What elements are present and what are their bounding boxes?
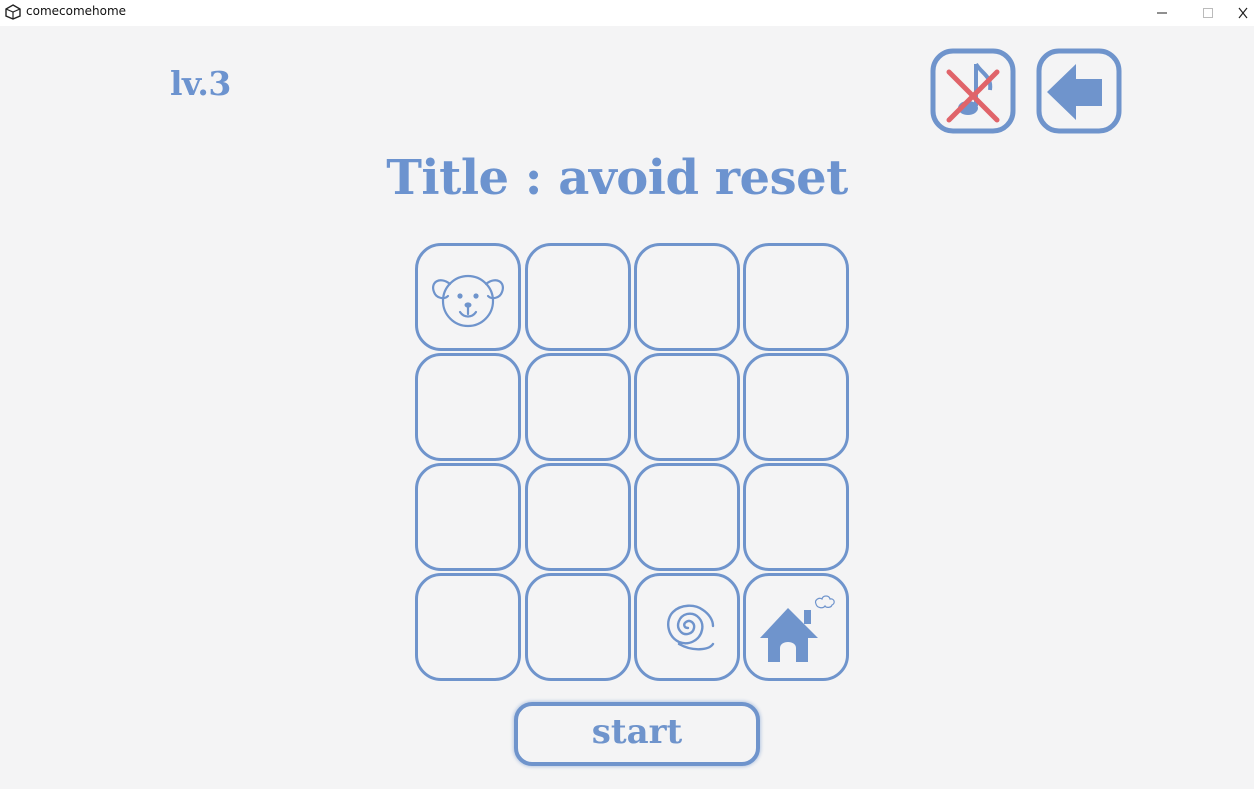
board-cell[interactable] xyxy=(634,463,740,571)
maximize-icon xyxy=(1203,8,1213,18)
board-cell[interactable] xyxy=(415,353,521,461)
music-muted-icon xyxy=(930,48,1016,134)
close-button[interactable] xyxy=(1231,0,1254,26)
close-icon xyxy=(1238,7,1247,19)
board-cell[interactable] xyxy=(743,243,849,351)
board-cell[interactable] xyxy=(634,243,740,351)
minimize-button[interactable] xyxy=(1139,0,1185,26)
back-arrow-icon xyxy=(1036,48,1122,134)
board-cell[interactable] xyxy=(525,353,631,461)
start-button-label: start xyxy=(591,712,683,752)
board-cell-home[interactable] xyxy=(743,573,849,681)
window-titlebar: comecomehome xyxy=(0,0,1254,26)
board-cell[interactable] xyxy=(525,573,631,681)
puppy-icon xyxy=(432,274,504,328)
board-cell-spiral[interactable] xyxy=(634,573,740,681)
back-button[interactable] xyxy=(1036,48,1122,134)
board-cell[interactable] xyxy=(743,463,849,571)
board-cell[interactable] xyxy=(415,573,521,681)
maximize-button[interactable] xyxy=(1185,0,1231,26)
minimize-icon xyxy=(1157,12,1167,14)
board-cell[interactable] xyxy=(634,353,740,461)
game-window: comecomehome lv.3 Title: avoid reset st… xyxy=(0,0,1254,789)
board-cell[interactable] xyxy=(415,463,521,571)
home-icon xyxy=(760,595,835,662)
start-button[interactable]: start xyxy=(514,702,760,766)
spiral-icon xyxy=(667,604,715,651)
level-title: Title : avoid reset xyxy=(386,150,848,206)
board-cell-puppy[interactable] xyxy=(415,243,521,351)
board-cell[interactable] xyxy=(525,463,631,571)
board-cell[interactable] xyxy=(525,243,631,351)
window-title: comecomehome xyxy=(26,4,127,18)
game-board xyxy=(415,243,855,685)
mute-music-button[interactable] xyxy=(930,48,1016,134)
level-indicator: lv.3 xyxy=(170,64,231,103)
board-cell[interactable] xyxy=(743,353,849,461)
unity-logo-icon xyxy=(5,4,21,20)
